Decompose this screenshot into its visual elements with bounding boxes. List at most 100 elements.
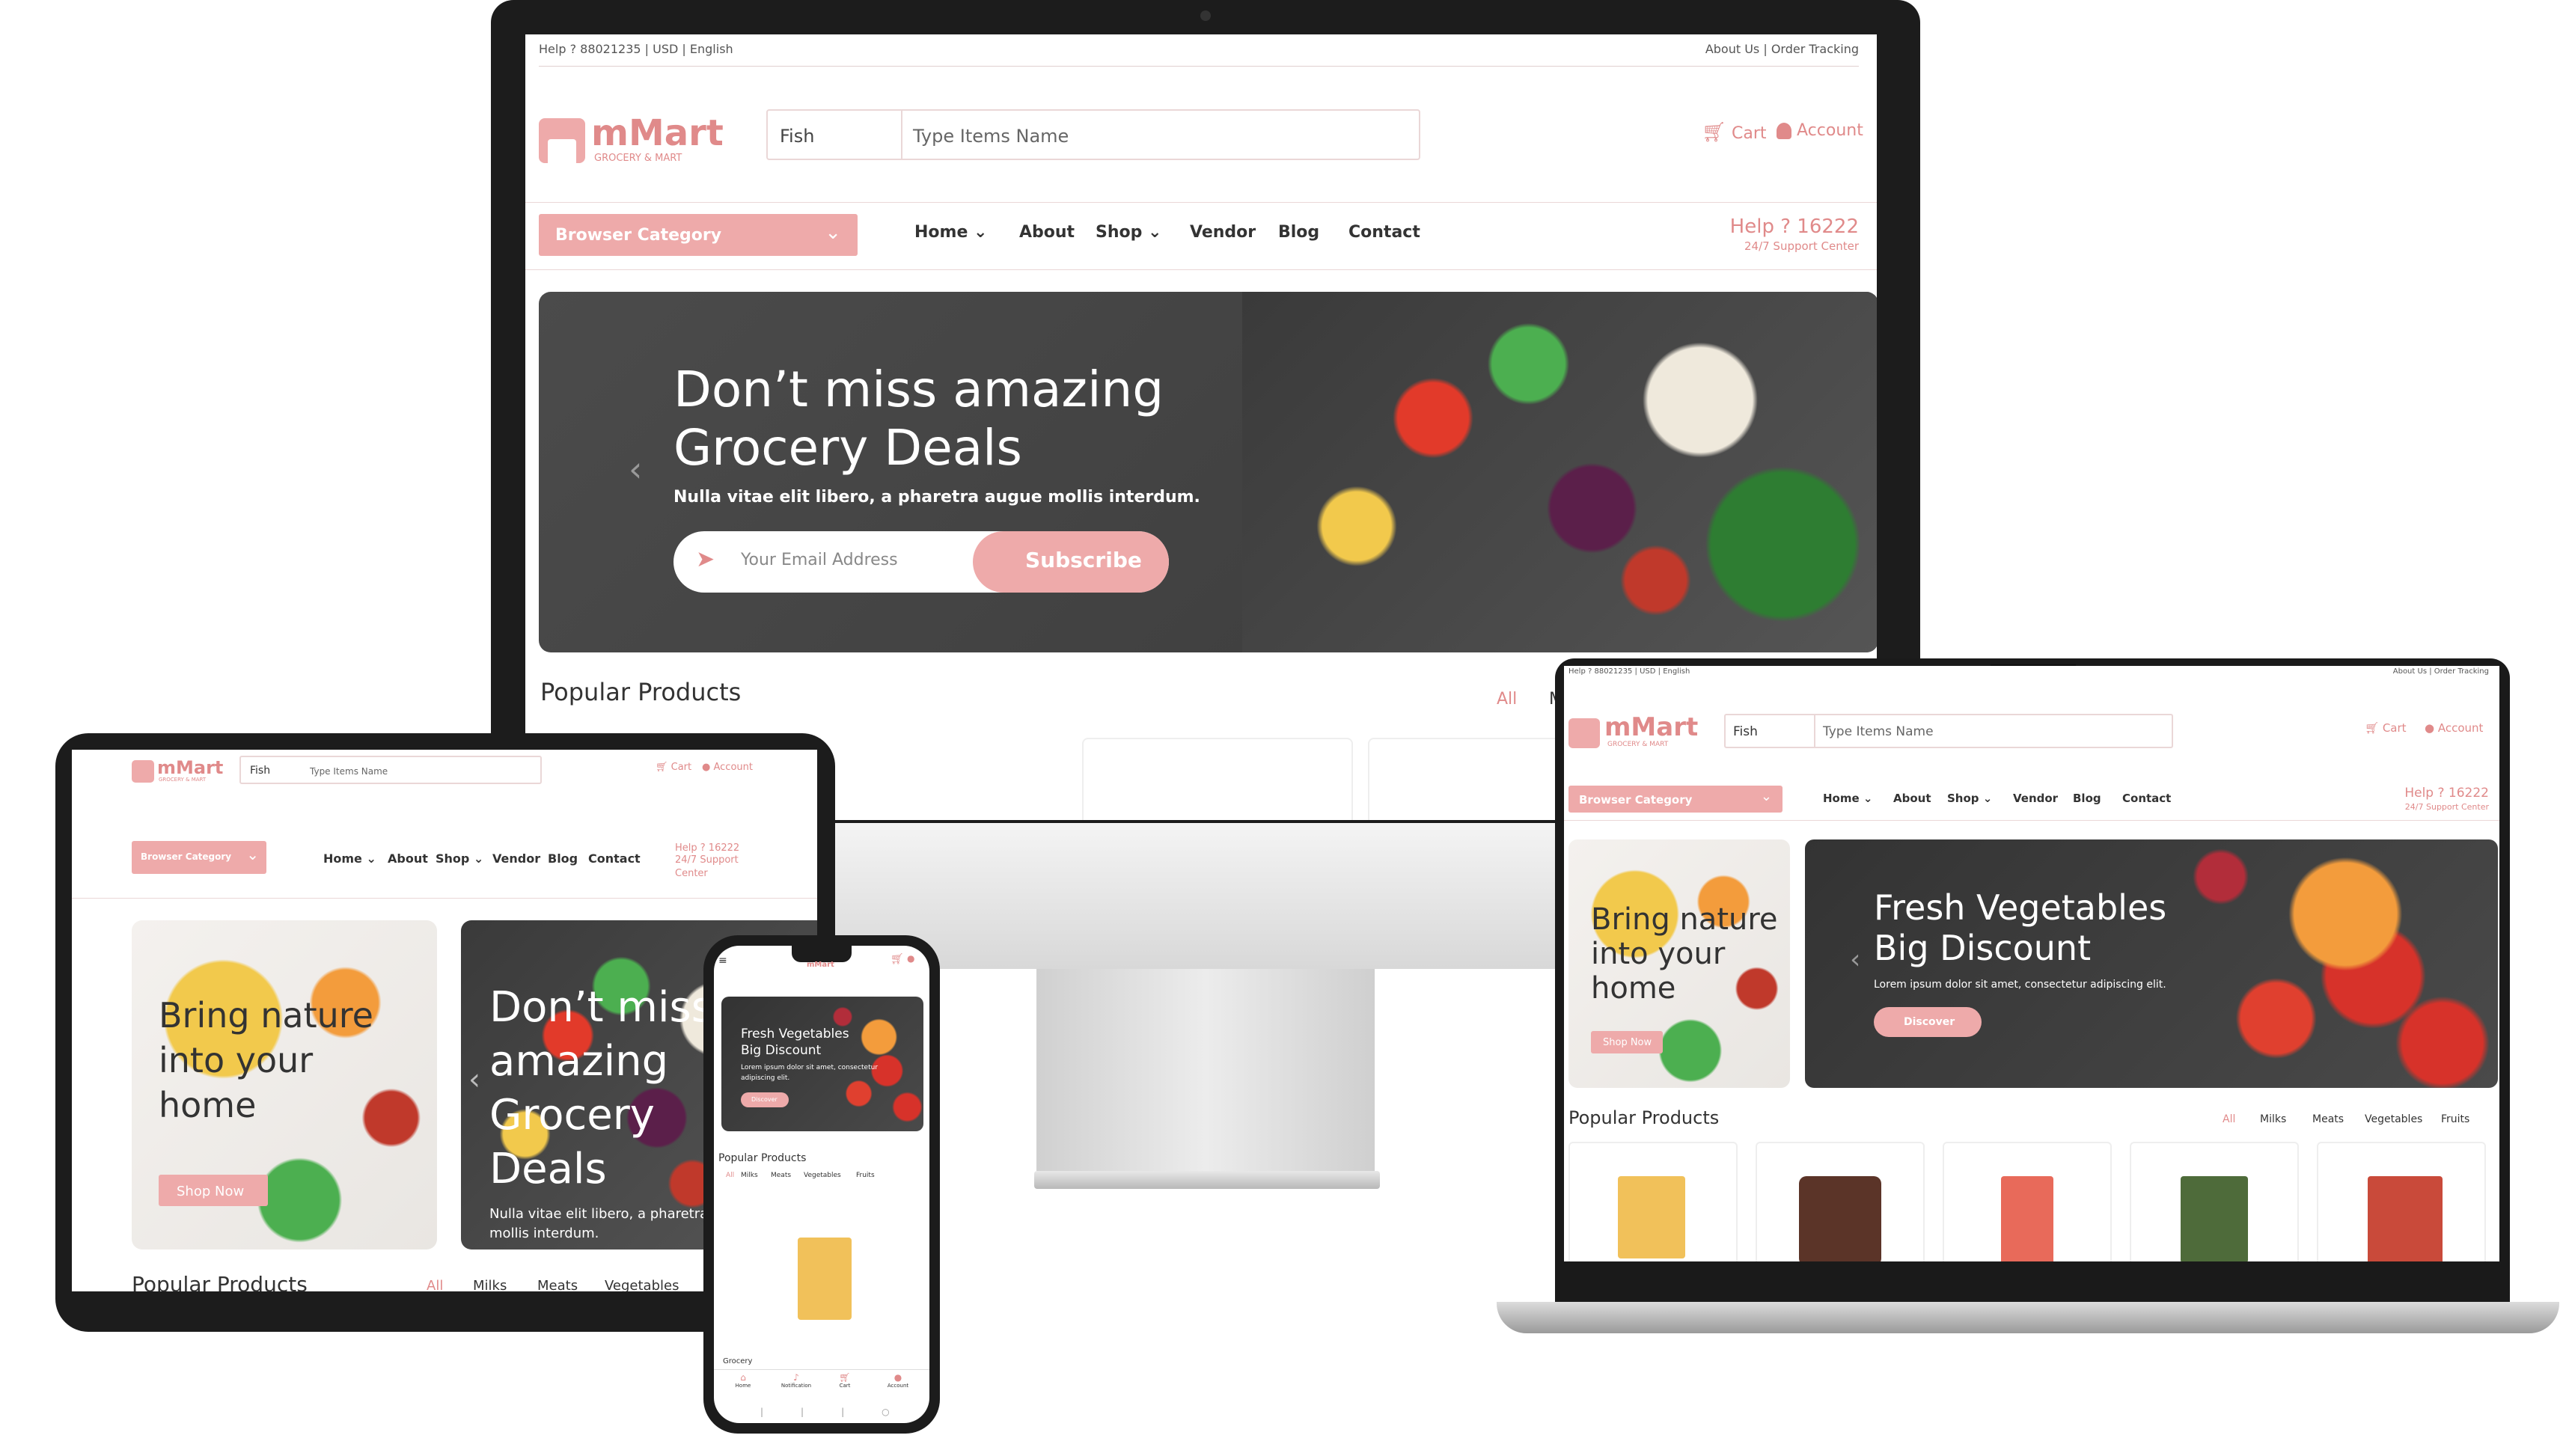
nav-about[interactable]: About (1893, 792, 1931, 805)
user-icon (1777, 123, 1791, 139)
account-button[interactable]: Account (1777, 121, 1863, 140)
tab-milks[interactable]: Milks (741, 1172, 758, 1179)
help-phone[interactable]: Help ? 88021235 (539, 42, 641, 56)
nav-shop[interactable]: Shop ⌄ (1947, 792, 1992, 805)
search-category-select[interactable]: Fish (250, 765, 270, 777)
tab-milks[interactable]: Milks (2260, 1113, 2286, 1125)
tab-meats[interactable]: Meats (2312, 1113, 2344, 1125)
logo[interactable]: mMart GROCERY & MART (132, 757, 236, 789)
bottom-nav-notification[interactable]: ♪ Notification (774, 1372, 819, 1389)
cart-button[interactable]: 🛒︎ Cart (656, 762, 691, 773)
nav-home[interactable]: Home ⌄ (1823, 792, 1872, 805)
topbar-left: Help ? 88021235 | USD | English (539, 42, 733, 56)
nav-home[interactable]: Home ⌄ (914, 223, 987, 242)
cart-button[interactable]: 🛒︎ Cart (1702, 121, 1767, 144)
search-input[interactable]: Type Items Name (913, 126, 1069, 147)
subscribe-button[interactable]: Subscribe (973, 531, 1169, 593)
tab-meats[interactable]: Meats (537, 1278, 578, 1291)
search-category-select[interactable]: Fish (780, 126, 814, 147)
about-us-link[interactable]: About Us (1705, 42, 1759, 56)
tab-all[interactable]: All (427, 1278, 443, 1291)
product-card[interactable] (1568, 1142, 1738, 1261)
cart-icon[interactable]: 🛒︎ (891, 953, 904, 965)
nav-support: 24/7 Support Center (1744, 239, 1859, 253)
shop-now-button[interactable]: Shop Now (1591, 1031, 1663, 1053)
browse-category-button[interactable]: Browser Category ⌄ (132, 841, 266, 874)
send-icon: ➤ (696, 546, 715, 572)
nav-about[interactable]: About (388, 851, 428, 866)
discover-button[interactable]: Discover (1874, 1007, 1982, 1037)
nav-contact[interactable]: Contact (1348, 223, 1420, 242)
store-icon (132, 760, 154, 783)
brand-name[interactable]: mMart (807, 961, 834, 969)
nav-help[interactable]: Help ? 16222 (1730, 215, 1859, 238)
nav-home[interactable]: Home ⌄ (323, 851, 376, 866)
product-card[interactable] (2317, 1142, 2486, 1261)
phone-notch (792, 946, 852, 962)
search-input[interactable]: Type Items Name (310, 766, 388, 777)
tab-all[interactable]: All (2223, 1113, 2235, 1125)
user-icon[interactable]: ● (907, 953, 914, 964)
email-input[interactable]: Your Email Address (741, 551, 898, 569)
logo[interactable]: mMart GROCERY & MART (1568, 712, 1698, 753)
hero-title-line1: Don’t miss amazing (673, 361, 1164, 418)
product-card[interactable] (2130, 1142, 2299, 1261)
nav-blog[interactable]: Blog (548, 851, 578, 866)
tab-vegetables[interactable]: Vegetables (2365, 1113, 2422, 1125)
browse-category-button[interactable]: Browser Category ⌄ (1568, 786, 1783, 813)
home-icon: ⌂ (740, 1372, 746, 1383)
nav-vendor[interactable]: Vendor (1190, 223, 1256, 242)
account-button[interactable]: ● Account (2425, 721, 2483, 735)
product-card[interactable] (1082, 738, 1353, 820)
language-select[interactable]: English (690, 42, 733, 56)
discover-button[interactable]: Discover (741, 1092, 789, 1107)
nav-shop[interactable]: Shop ⌄ (1096, 223, 1161, 242)
tab-fruits[interactable]: Fruits (2441, 1113, 2469, 1125)
tab-vegetables[interactable]: Vegetables (605, 1278, 679, 1291)
divider (1564, 820, 2499, 821)
tab-milks[interactable]: Milks (473, 1278, 507, 1291)
tab-meats[interactable]: Meats (771, 1172, 791, 1179)
carousel-prev-icon[interactable]: ‹ (468, 1062, 480, 1097)
divider (714, 1369, 929, 1370)
order-tracking-link[interactable]: Order Tracking (1771, 42, 1859, 56)
nav-shop[interactable]: Shop ⌄ (436, 851, 483, 866)
account-button[interactable]: ● Account (702, 762, 753, 773)
category-label: Grocery (723, 1357, 753, 1365)
nav-vendor[interactable]: Vendor (2013, 792, 2058, 805)
menu-icon[interactable]: ≡ (718, 955, 727, 967)
tab-all[interactable]: All (1497, 690, 1517, 709)
bottom-nav: ⌂ Home ♪ Notification 🛒︎ Cart ● Account (714, 1372, 929, 1402)
search-category-select[interactable]: Fish (1733, 724, 1758, 739)
nav-about[interactable]: About (1019, 223, 1075, 242)
shop-now-button[interactable]: Shop Now (159, 1175, 268, 1206)
carousel-prev-icon[interactable]: ‹ (629, 449, 642, 489)
tab-all[interactable]: All (726, 1172, 734, 1179)
carousel-prev-icon[interactable]: ‹ (1850, 944, 1860, 975)
browse-category-button[interactable]: Browser Category ⌄ (539, 214, 858, 256)
tab-fruits[interactable]: Fruits (856, 1172, 875, 1179)
search-input[interactable]: Type Items Name (1823, 724, 1934, 739)
product-card[interactable] (1756, 1142, 1925, 1261)
nav-support: Center (675, 868, 708, 879)
nav-contact[interactable]: Contact (2122, 792, 2171, 805)
hero-banner: ‹ Don’t miss amazing Grocery Deals Nulla… (539, 292, 1877, 652)
bottom-nav-home[interactable]: ⌂ Home (724, 1372, 762, 1389)
nav-blog[interactable]: Blog (1278, 223, 1319, 242)
product-image[interactable] (798, 1238, 852, 1320)
bottom-nav-cart[interactable]: 🛒︎ Cart (826, 1372, 864, 1389)
nav-help[interactable]: Help ? 16222 (675, 842, 739, 854)
nav-contact[interactable]: Contact (588, 851, 641, 866)
product-card[interactable] (1943, 1142, 2112, 1261)
nav-help[interactable]: Help ? 16222 (2404, 786, 2489, 801)
popular-products-title: Popular Products (1568, 1107, 1720, 1128)
logo[interactable]: mMart GROCERY & MART (539, 112, 724, 169)
vegetables-image (1242, 292, 1877, 652)
nav-blog[interactable]: Blog (2073, 792, 2101, 805)
currency-select[interactable]: USD (653, 42, 678, 56)
bottom-nav-account[interactable]: ● Account (876, 1372, 920, 1389)
cart-button[interactable]: 🛒︎ Cart (2365, 721, 2407, 735)
divider (525, 202, 1877, 203)
nav-vendor[interactable]: Vendor (492, 851, 540, 866)
tab-vegetables[interactable]: Vegetables (804, 1172, 841, 1179)
